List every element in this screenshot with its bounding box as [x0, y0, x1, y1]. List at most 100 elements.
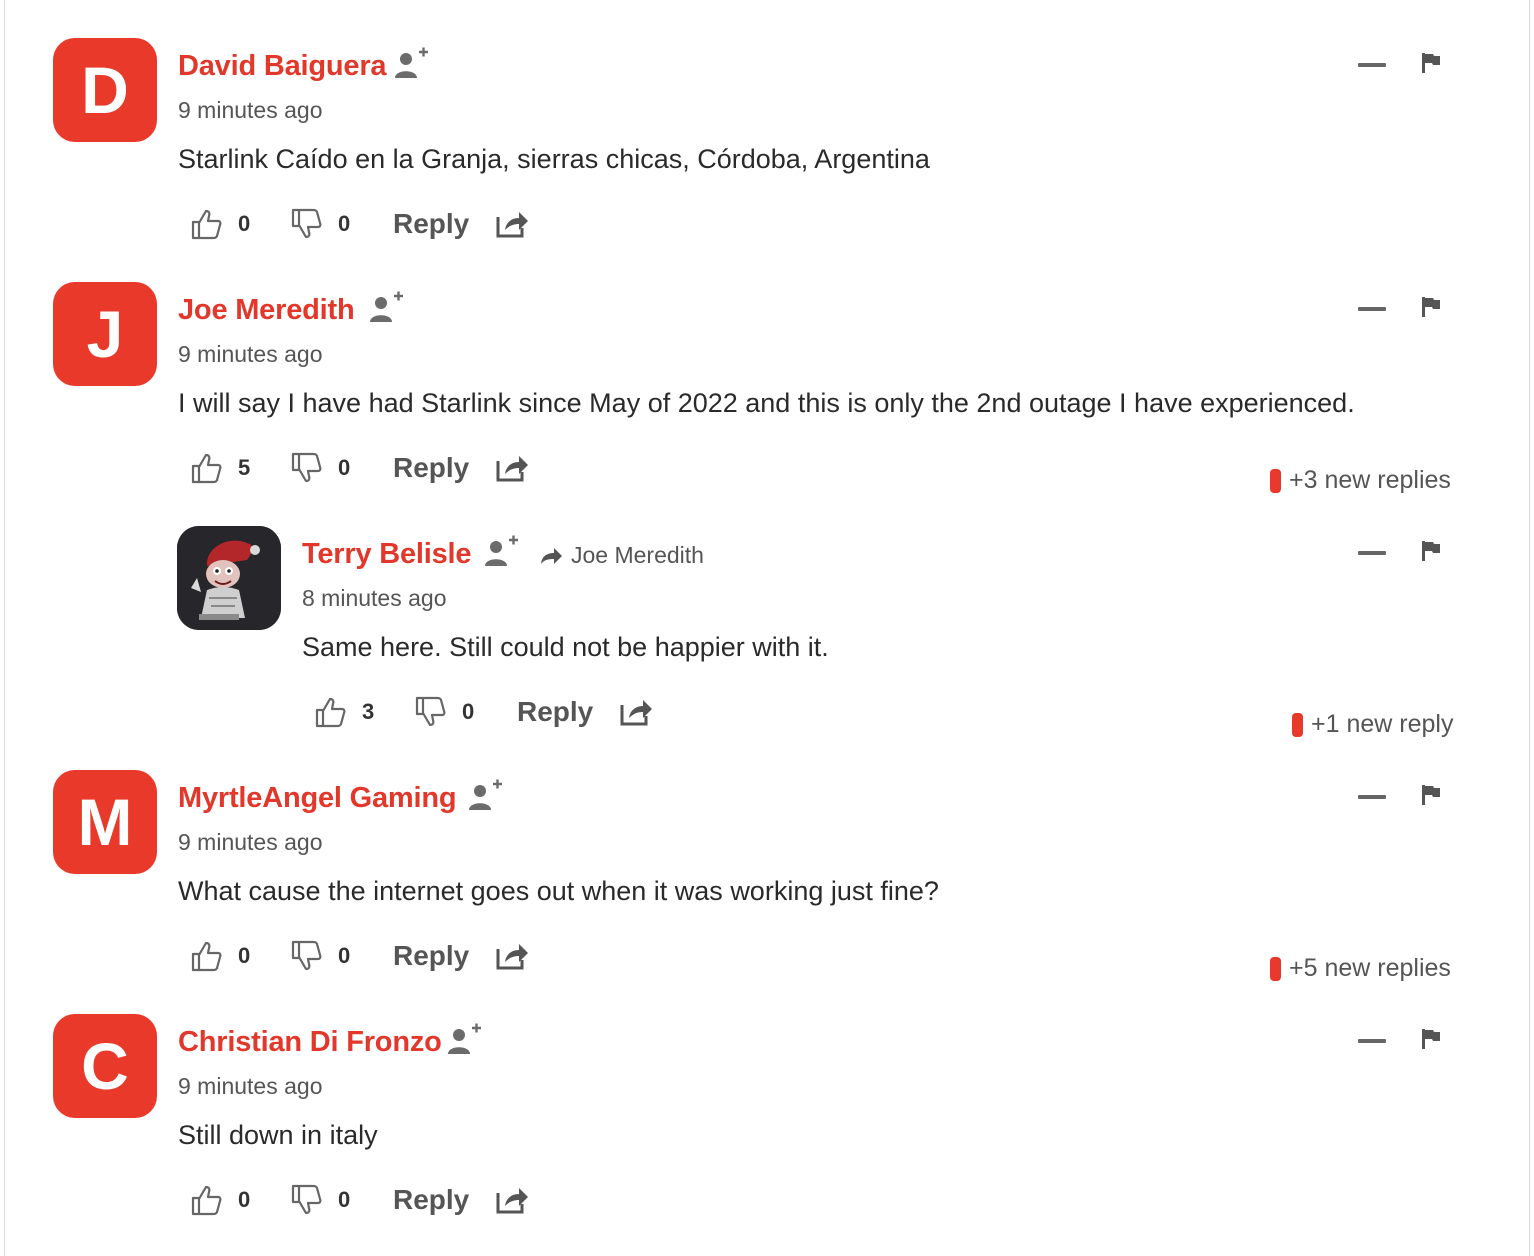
like-count: 5	[238, 455, 251, 480]
reply-button[interactable]: Reply	[393, 446, 469, 490]
author-name[interactable]: David Baiguera	[178, 50, 387, 83]
dislike-button[interactable]: 0	[290, 202, 350, 246]
share-icon	[496, 212, 528, 238]
add-user-icon[interactable]	[445, 1022, 483, 1058]
comment-actions: 3 0 Reply	[314, 690, 674, 734]
reply-button[interactable]: Reply	[393, 202, 469, 246]
like-button[interactable]: 0	[190, 202, 250, 246]
like-count: 3	[362, 699, 375, 724]
comment-text: Starlink Caído en la Granja, sierras chi…	[178, 144, 930, 174]
dislike-button[interactable]: 0	[290, 934, 350, 978]
reply-button[interactable]: Reply	[393, 1178, 469, 1222]
dislike-count: 0	[338, 1187, 351, 1212]
new-replies-link[interactable]: +5 new replies	[1270, 954, 1451, 983]
like-button[interactable]: 0	[190, 1178, 250, 1222]
flag-icon[interactable]	[1421, 1028, 1441, 1050]
avatar[interactable]: D	[53, 38, 157, 142]
share-icon	[620, 700, 652, 726]
avatar[interactable]	[177, 526, 281, 630]
timestamp: 9 minutes ago	[178, 97, 323, 123]
new-replies-marker	[1270, 956, 1281, 981]
comment-actions: 5 0 Reply	[190, 446, 550, 490]
reply-button[interactable]: Reply	[393, 934, 469, 978]
add-user-icon[interactable]	[392, 46, 430, 82]
frame-border-left	[4, 0, 5, 1256]
dislike-button[interactable]: 0	[290, 446, 350, 490]
thumbs-up-icon	[191, 1185, 222, 1216]
comment-actions: 0 0 Reply	[190, 934, 550, 978]
flag-icon[interactable]	[1421, 52, 1441, 74]
share-icon	[496, 456, 528, 482]
new-replies-marker	[1292, 712, 1303, 737]
flag-icon[interactable]	[1421, 296, 1441, 318]
like-button[interactable]: 3	[314, 690, 374, 734]
comment-text: I will say I have had Starlink since May…	[178, 388, 1355, 418]
share-button[interactable]	[619, 690, 653, 734]
flag-icon[interactable]	[1421, 784, 1441, 806]
author-name[interactable]: Terry Belisle	[302, 538, 472, 571]
flag-icon[interactable]	[1421, 540, 1441, 562]
new-replies-label: +5 new replies	[1289, 954, 1451, 982]
frame-border-right	[1529, 0, 1530, 1256]
reply-arrow-icon	[541, 547, 562, 564]
share-button[interactable]	[495, 446, 529, 490]
dislike-count: 0	[338, 943, 351, 968]
timestamp: 9 minutes ago	[178, 829, 323, 855]
comment-actions: 0 0 Reply	[190, 1178, 550, 1222]
like-button[interactable]: 0	[190, 934, 250, 978]
timestamp: 8 minutes ago	[302, 585, 447, 611]
add-user-icon[interactable]	[466, 778, 504, 814]
dislike-count: 0	[338, 455, 351, 480]
avatar[interactable]: M	[53, 770, 157, 874]
comment-text: Same here. Still could not be happier wi…	[302, 632, 829, 662]
add-user-icon[interactable]	[367, 290, 405, 326]
add-user-icon[interactable]	[482, 534, 520, 570]
dislike-button[interactable]: 0	[414, 690, 474, 734]
new-replies-label: +1 new reply	[1311, 710, 1454, 738]
thumbs-down-icon	[415, 696, 446, 727]
comment-actions: 0 0 Reply	[190, 202, 550, 246]
new-replies-label: +3 new replies	[1289, 466, 1451, 494]
thumbs-up-icon	[315, 697, 346, 728]
thumbs-down-icon	[291, 208, 322, 239]
thumbs-down-icon	[291, 452, 322, 483]
avatar[interactable]: C	[53, 1014, 157, 1118]
new-replies-link[interactable]: +1 new reply	[1292, 710, 1453, 739]
share-button[interactable]	[495, 1178, 529, 1222]
minimize-icon[interactable]	[1358, 1039, 1386, 1043]
minimize-icon[interactable]	[1358, 551, 1386, 555]
share-icon	[496, 1188, 528, 1214]
like-count: 0	[238, 1187, 251, 1212]
minimize-icon[interactable]	[1358, 307, 1386, 311]
new-replies-marker	[1270, 468, 1281, 493]
thumbs-up-icon	[191, 209, 222, 240]
thumbs-up-icon	[191, 453, 222, 484]
thumbs-down-icon	[291, 1184, 322, 1215]
thumbs-up-icon	[191, 941, 222, 972]
like-button[interactable]: 5	[190, 446, 250, 490]
reply-to-link[interactable]: Joe Meredith	[539, 542, 704, 569]
author-name[interactable]: Joe Meredith	[178, 294, 355, 327]
like-count: 0	[238, 943, 251, 968]
author-name[interactable]: Christian Di Fronzo	[178, 1026, 442, 1059]
reply-button[interactable]: Reply	[517, 690, 593, 734]
avatar[interactable]: J	[53, 282, 157, 386]
comment-text: Still down in italy	[178, 1120, 378, 1150]
share-button[interactable]	[495, 202, 529, 246]
thumbs-down-icon	[291, 940, 322, 971]
dislike-count: 0	[338, 211, 351, 236]
dislike-count: 0	[462, 699, 475, 724]
comment-text: What cause the internet goes out when it…	[178, 876, 939, 906]
like-count: 0	[238, 211, 251, 236]
author-name[interactable]: MyrtleAngel Gaming	[178, 782, 457, 815]
avatar-image	[177, 526, 281, 630]
share-icon	[496, 944, 528, 970]
dislike-button[interactable]: 0	[290, 1178, 350, 1222]
new-replies-link[interactable]: +3 new replies	[1270, 466, 1451, 495]
share-button[interactable]	[495, 934, 529, 978]
timestamp: 9 minutes ago	[178, 341, 323, 367]
reply-to-name: Joe Meredith	[571, 542, 704, 568]
timestamp: 9 minutes ago	[178, 1073, 323, 1099]
minimize-icon[interactable]	[1358, 795, 1386, 799]
minimize-icon[interactable]	[1358, 63, 1386, 67]
